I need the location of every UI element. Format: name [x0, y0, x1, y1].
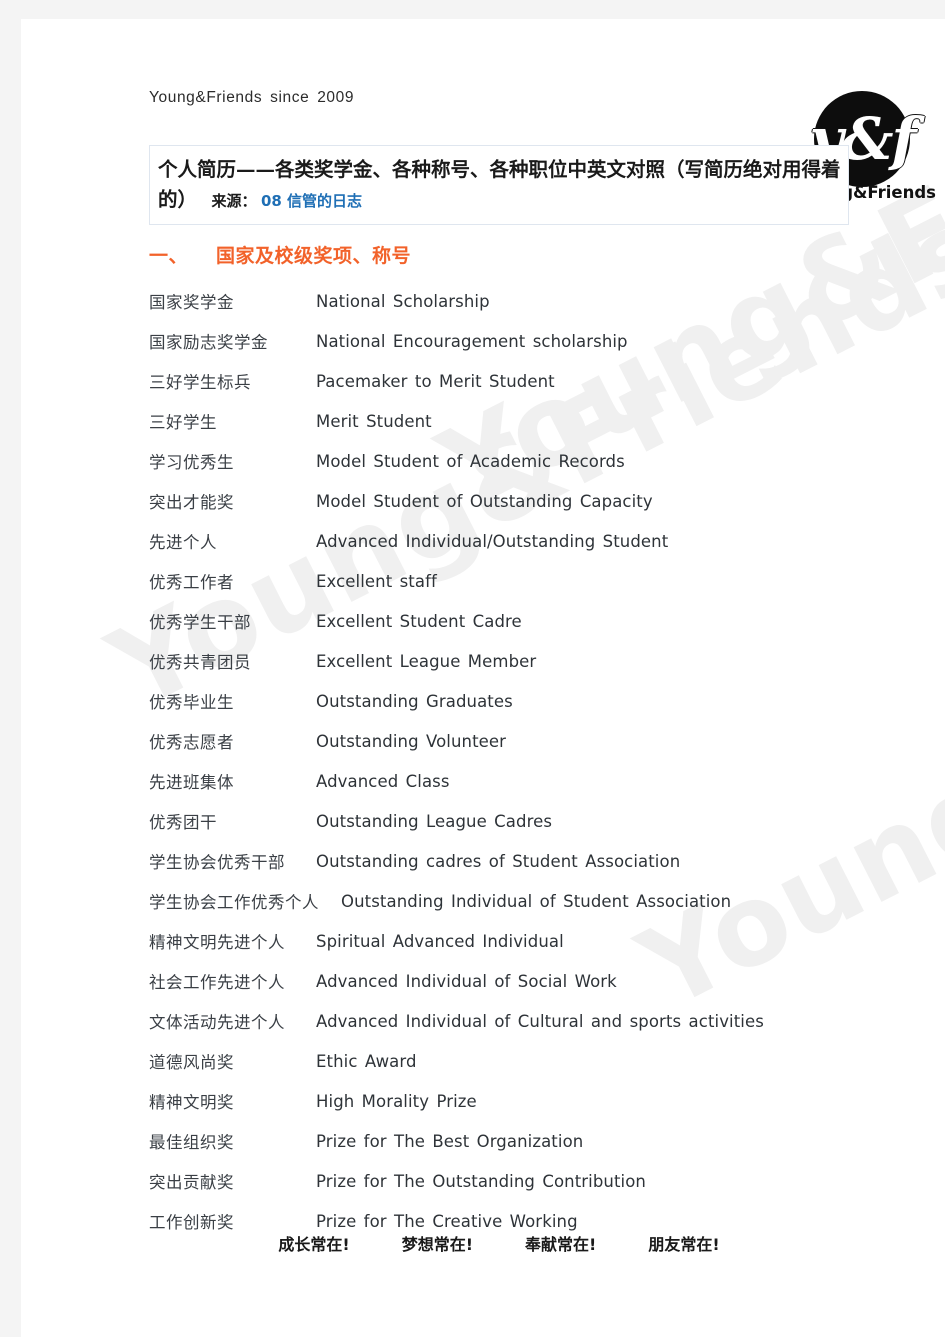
term-row: 学生协会优秀干部 Outstanding cadres of Student As…: [149, 841, 929, 881]
term-english: Ethic Award: [316, 1051, 417, 1071]
term-row: 精神文明奖 High Morality Prize: [149, 1081, 929, 1121]
term-row: 优秀志愿者 Outstanding Volunteer: [149, 721, 929, 761]
term-row: 精神文明先进个人 Spiritual Advanced Individual: [149, 921, 929, 961]
term-english: Prize for The Best Organization: [316, 1131, 584, 1151]
term-translation-list: 国家奖学金 National Scholarship 国家励志奖学金 National…: [149, 281, 929, 1241]
term-chinese: 国家励志奖学金: [149, 333, 268, 352]
term-row: 学生协会工作优秀个人 Outstanding Individual of Stud…: [149, 881, 929, 921]
term-chinese: 国家奖学金: [149, 293, 234, 312]
term-english: Excellent staff: [316, 571, 437, 591]
term-english: Outstanding Volunteer: [316, 731, 507, 751]
term-chinese: 学生协会工作优秀个人: [149, 893, 319, 912]
term-row: 三好学生 Merit Student: [149, 401, 929, 441]
term-chinese: 先进班集体: [149, 773, 234, 792]
term-english: Advanced Individual of Cultural and spor…: [316, 1011, 764, 1031]
term-chinese: 三好学生: [149, 413, 217, 432]
footer-slogan: 梦想常在!: [401, 1235, 473, 1254]
term-row: 优秀团干 Outstanding League Cadres: [149, 801, 929, 841]
term-english: Pacemaker to Merit Student: [316, 371, 555, 391]
term-chinese: 最佳组织奖: [149, 1133, 234, 1152]
term-english: Advanced Individual of Social Work: [316, 971, 617, 991]
term-row: 最佳组织奖 Prize for The Best Organization: [149, 1121, 929, 1161]
term-row: 三好学生标兵 Pacemaker to Merit Student: [149, 361, 929, 401]
term-chinese: 社会工作先进个人: [149, 973, 285, 992]
term-row: 优秀毕业生 Outstanding Graduates: [149, 681, 929, 721]
term-chinese: 文体活动先进个人: [149, 1013, 285, 1032]
term-chinese: 优秀学生干部: [149, 613, 251, 632]
term-chinese: 道德风尚奖: [149, 1053, 234, 1072]
term-english: Spiritual Advanced Individual: [316, 931, 564, 951]
section-title: 国家及校级奖项、称号: [216, 245, 412, 267]
term-english: Outstanding Graduates: [316, 691, 513, 711]
document-title-box: 个人简历——各类奖学金、各种称号、各种职位中英文对照（写简历绝对用得着的） 来源…: [149, 145, 849, 225]
term-english: Model Student of Academic Records: [316, 451, 625, 471]
term-english: Outstanding cadres of Student Associatio…: [316, 851, 681, 871]
term-row: 优秀学生干部 Excellent Student Cadre: [149, 601, 929, 641]
term-chinese: 优秀工作者: [149, 573, 234, 592]
term-chinese: 优秀共青团员: [149, 653, 251, 672]
term-english: Advanced Individual/Outstanding Student: [316, 531, 669, 551]
term-chinese: 工作创新奖: [149, 1213, 234, 1232]
term-english: Prize for The Outstanding Contribution: [316, 1171, 646, 1191]
term-chinese: 优秀毕业生: [149, 693, 234, 712]
term-english: Prize for The Creative Working: [316, 1211, 578, 1231]
term-chinese: 学生协会优秀干部: [149, 853, 285, 872]
term-english: High Morality Prize: [316, 1091, 477, 1111]
term-english: Excellent League Member: [316, 651, 537, 671]
term-chinese: 优秀志愿者: [149, 733, 234, 752]
term-english: Outstanding League Cadres: [316, 811, 553, 831]
footer-slogan: 朋友常在!: [648, 1235, 720, 1254]
term-english: National Encouragement scholarship: [316, 331, 628, 351]
term-english: Merit Student: [316, 411, 432, 431]
term-row: 先进班集体 Advanced Class: [149, 761, 929, 801]
term-english: Outstanding Individual of Student Associ…: [341, 891, 732, 911]
term-chinese: 优秀团干: [149, 813, 217, 832]
source-link[interactable]: 08 信管的日志: [261, 192, 362, 210]
section-heading: 一、 国家及校级奖项、称号: [149, 241, 411, 268]
term-row: 道德风尚奖 Ethic Award: [149, 1041, 929, 1081]
term-chinese: 精神文明先进个人: [149, 933, 285, 952]
term-english: Advanced Class: [316, 771, 450, 791]
document-footer: 成长常在! 梦想常在! 奉献常在! 朋友常在!: [149, 1231, 849, 1255]
term-chinese: 三好学生标兵: [149, 373, 251, 392]
term-english: National Scholarship: [316, 291, 490, 311]
term-english: Excellent Student Cadre: [316, 611, 522, 631]
term-row: 突出贡献奖 Prize for The Outstanding Contribut…: [149, 1161, 929, 1201]
term-row: 优秀工作者 Excellent staff: [149, 561, 929, 601]
footer-slogan: 奉献常在!: [525, 1235, 597, 1254]
document-page: Young&Friends Young&Friends Young&Friend…: [21, 19, 945, 1337]
section-number: 一、: [149, 245, 189, 267]
term-row: 国家励志奖学金 National Encouragement scholarshi…: [149, 321, 929, 361]
footer-slogan: 成长常在!: [278, 1235, 350, 1254]
term-chinese: 精神文明奖: [149, 1093, 234, 1112]
term-row: 先进个人 Advanced Individual/Outstanding Stud…: [149, 521, 929, 561]
term-row: 优秀共青团员 Excellent League Member: [149, 641, 929, 681]
term-chinese: 突出贡献奖: [149, 1173, 234, 1192]
term-chinese: 学习优秀生: [149, 453, 234, 472]
term-chinese: 突出才能奖: [149, 493, 234, 512]
term-row: 学习优秀生 Model Student of Academic Records: [149, 441, 929, 481]
term-row: 文体活动先进个人 Advanced Individual of Cultural …: [149, 1001, 929, 1041]
term-row: 突出才能奖 Model Student of Outstanding Capaci…: [149, 481, 929, 521]
document-content: Young&Friends since 2009 y&f g&Friends 个…: [21, 19, 945, 1337]
term-english: Model Student of Outstanding Capacity: [316, 491, 653, 511]
term-row: 国家奖学金 National Scholarship: [149, 281, 929, 321]
term-row: 社会工作先进个人 Advanced Individual of Social Wo…: [149, 961, 929, 1001]
term-chinese: 先进个人: [149, 533, 217, 552]
site-byline: Young&Friends since 2009: [149, 89, 355, 106]
source-label: 来源：: [211, 192, 257, 210]
